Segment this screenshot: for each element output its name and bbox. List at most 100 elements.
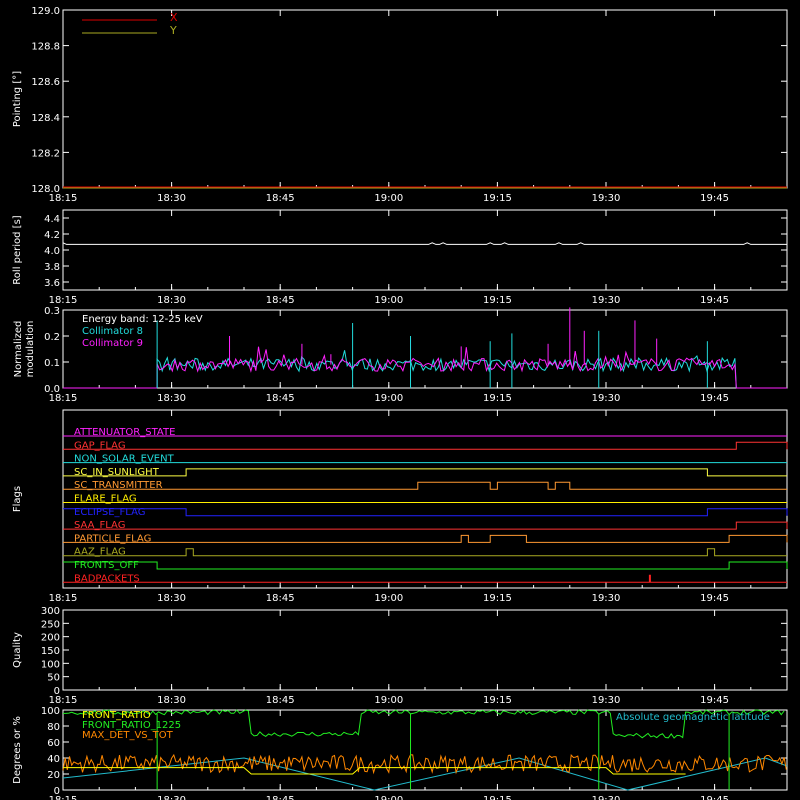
- flag-line-aaz-flag: [63, 548, 787, 557]
- y-tick-label-4-2: 100: [41, 659, 60, 670]
- x-tick-label-0-1: 18:30: [157, 193, 186, 204]
- x-tick-label-5-4: 19:15: [483, 795, 512, 800]
- y-tick-label-1-4: 4.4: [44, 214, 60, 225]
- flag-line-sc-in-sunlight: [63, 468, 787, 477]
- y-axis-label-0: Pointing [°]: [12, 71, 23, 127]
- x-tick-label-5-6: 19:45: [700, 795, 729, 800]
- flag-label-attenuator-state: ATTENUATOR_STATE: [74, 427, 175, 438]
- y-tick-label-5-1: 20: [47, 770, 60, 781]
- flag-label-sc-transmitter: SC_TRANSMITTER: [74, 480, 163, 491]
- x-tick-label-1-1: 18:30: [157, 295, 186, 306]
- flag-label-particle-flag: PARTICLE_FLAG: [74, 533, 151, 544]
- y-tick-label-1-2: 4.0: [44, 246, 60, 257]
- x-tick-label-4-3: 19:00: [374, 695, 403, 706]
- flag-label-non-solar-event: NON_SOLAR_EVENT: [74, 454, 175, 465]
- y-tick-label-5-4: 80: [47, 722, 60, 733]
- x-tick-label-4-4: 19:15: [483, 695, 512, 706]
- y-axis-label2-2: modulation: [25, 321, 36, 378]
- legend-label-X: X: [170, 11, 178, 24]
- panel-frame-roll: [62, 209, 788, 291]
- y-tick-label-2-3: 0.3: [44, 306, 60, 317]
- roll-period-line: [62, 242, 787, 245]
- x-tick-label-4-1: 18:30: [157, 695, 186, 706]
- coll8-noise: [156, 350, 737, 389]
- flag-line-sc-transmitter: [63, 481, 787, 490]
- x-tick-label-5-5: 19:30: [592, 795, 621, 800]
- x-tick-label-3-1: 18:30: [157, 593, 186, 604]
- x-tick-label-5-2: 18:45: [266, 795, 295, 800]
- flag-label-gap-flag: GAP_FLAG: [74, 440, 126, 451]
- x-tick-label-2-3: 19:00: [374, 393, 403, 404]
- legend-label-collimator-9: Collimator 9: [82, 338, 143, 349]
- x-tick-label-0-6: 19:45: [700, 193, 729, 204]
- x-tick-label-3-2: 18:45: [266, 593, 295, 604]
- x-tick-label-0-4: 19:15: [483, 193, 512, 204]
- x-tick-label-3-4: 19:15: [483, 593, 512, 604]
- x-tick-label-3-5: 19:30: [592, 593, 621, 604]
- y-tick-label-4-4: 200: [41, 633, 60, 644]
- x-tick-label-4-5: 19:30: [592, 695, 621, 706]
- x-tick-label-0-2: 18:45: [266, 193, 295, 204]
- legend-label-Y: Y: [169, 24, 177, 37]
- y-axis-label-4: Quality: [12, 632, 23, 668]
- panel-frame-quality: [62, 609, 788, 691]
- y-tick-label-1-0: 3.6: [44, 278, 60, 289]
- y-tick-label-4-3: 150: [41, 646, 60, 657]
- y-tick-label-2-2: 0.2: [44, 332, 60, 343]
- x-tick-label-1-5: 19:30: [592, 295, 621, 306]
- y-tick-label-4-1: 50: [47, 673, 60, 684]
- flag-line-saa-flag: [63, 521, 788, 530]
- flag-label-eclipse-flag: ECLIPSE_FLAG: [74, 507, 145, 518]
- x-tick-label-2-1: 18:30: [157, 393, 186, 404]
- flag-line-badpackets: [63, 574, 787, 583]
- y-tick-label-0-5: 129.0: [31, 6, 60, 17]
- x-tick-label-3-3: 19:00: [374, 593, 403, 604]
- geomag-latitude-label: Absolute geomagnetic latitude: [616, 712, 770, 723]
- x-tick-label-1-4: 19:15: [483, 295, 512, 306]
- flag-line-fronts-off: [63, 561, 788, 570]
- y-tick-label-4-5: 250: [41, 619, 60, 630]
- x-tick-label-1-2: 18:45: [266, 295, 295, 306]
- x-tick-label-2-5: 19:30: [592, 393, 621, 404]
- flag-label-aaz-flag: AAZ_FLAG: [74, 547, 126, 558]
- y-axis-label-2: Normalized: [13, 321, 24, 378]
- x-tick-label-1-6: 19:45: [700, 295, 729, 306]
- y-tick-label-5-5: 100: [41, 706, 60, 717]
- y-axis-label-5: Degrees or %: [12, 716, 23, 784]
- flag-line-gap-flag: [63, 441, 788, 450]
- flag-label-fronts-off: FRONTS_OFF: [74, 560, 139, 571]
- max-det-vs-tot-line: [62, 753, 787, 775]
- flag-line-eclipse-flag: [63, 508, 788, 517]
- x-tick-label-1-0: 18:15: [49, 295, 78, 306]
- flag-label-badpackets: BADPACKETS: [74, 573, 140, 584]
- x-tick-label-2-4: 19:15: [483, 393, 512, 404]
- x-tick-label-4-2: 18:45: [266, 695, 295, 706]
- legend-label-max-det-vs-tot: MAX_DET_VS_TOT: [82, 730, 174, 741]
- x-tick-label-2-2: 18:45: [266, 393, 295, 404]
- y-tick-label-5-2: 40: [47, 754, 60, 765]
- flag-label-sc-in-sunlight: SC_IN_SUNLIGHT: [74, 467, 160, 478]
- legend-label-collimator-8: Collimator 8: [82, 326, 143, 337]
- x-tick-label-1-3: 19:00: [374, 295, 403, 306]
- flag-line-particle-flag: [63, 534, 788, 543]
- x-tick-label-2-6: 19:45: [700, 393, 729, 404]
- x-tick-label-0-5: 19:30: [592, 193, 621, 204]
- x-tick-label-5-1: 18:30: [157, 795, 186, 800]
- flag-label-flare-flag: FLARE_FLAG: [74, 494, 137, 505]
- y-tick-label-2-1: 0.1: [44, 358, 60, 369]
- y-tick-label-0-2: 128.4: [31, 113, 60, 124]
- y-tick-label-0-4: 128.8: [31, 42, 60, 53]
- x-tick-label-4-6: 19:45: [700, 695, 729, 706]
- y-tick-label-0-1: 128.2: [31, 148, 60, 159]
- energy-band-annotation: Energy band: 12-25 keV: [82, 314, 203, 325]
- y-tick-label-1-1: 3.8: [44, 262, 60, 273]
- x-tick-label-3-6: 19:45: [700, 593, 729, 604]
- y-tick-label-0-0: 128.0: [31, 184, 60, 195]
- y-tick-label-0-3: 128.6: [31, 77, 60, 88]
- y-tick-label-1-3: 4.2: [44, 230, 60, 241]
- y-axis-label-3: Flags: [12, 486, 23, 512]
- y-tick-label-2-0: 0.0: [44, 384, 60, 395]
- flag-label-saa-flag: SAA_FLAG: [74, 520, 125, 531]
- x-tick-label-5-3: 19:00: [374, 795, 403, 800]
- x-tick-label-0-3: 19:00: [374, 193, 403, 204]
